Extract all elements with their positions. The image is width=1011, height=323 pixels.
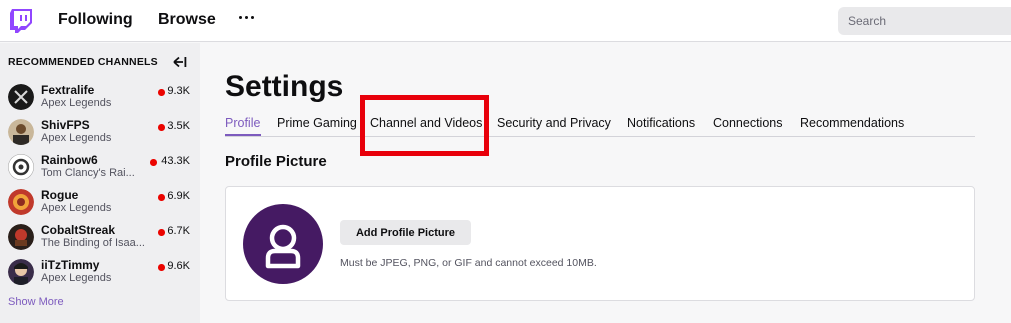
channel-avatar	[8, 259, 34, 285]
tab-connections[interactable]: Connections	[713, 116, 783, 130]
channel-name: Rogue	[41, 188, 79, 202]
nav-following[interactable]: Following	[58, 11, 133, 29]
viewer-count: 3.5K	[167, 120, 190, 132]
add-profile-picture-button[interactable]: Add Profile Picture	[340, 220, 471, 245]
top-navigation: Following Browse	[0, 0, 1011, 42]
highlight-box	[360, 95, 489, 156]
channel-name: iiTzTimmy	[41, 258, 100, 272]
channel-game: The Binding of Isaa...	[41, 237, 145, 249]
viewer-count: 9.3K	[167, 85, 190, 97]
channel-item[interactable]: ShivFPS Apex Legends 3.5K	[0, 116, 200, 151]
channel-avatar	[8, 84, 34, 110]
tabs-divider	[225, 136, 975, 137]
tab-prime-gaming[interactable]: Prime Gaming	[277, 116, 357, 130]
search-input[interactable]	[838, 7, 1011, 35]
channel-item[interactable]: Rogue Apex Legends 6.9K	[0, 186, 200, 221]
viewer-count: 6.9K	[167, 190, 190, 202]
live-indicator-icon	[158, 229, 165, 236]
channel-name: Fextralife	[41, 83, 95, 97]
show-more-link[interactable]: Show More	[8, 296, 64, 308]
active-tab-indicator	[225, 134, 261, 136]
live-indicator-icon	[158, 194, 165, 201]
channel-name: CobaltStreak	[41, 223, 116, 237]
settings-content: Settings Profile Prime Gaming Channel an…	[200, 43, 1011, 323]
channel-item[interactable]: Fextralife Apex Legends 9.3K	[0, 81, 200, 116]
channel-avatar	[8, 224, 34, 250]
viewer-count: 6.7K	[167, 225, 190, 237]
tab-recommendations[interactable]: Recommendations	[800, 116, 904, 130]
twitch-logo-icon[interactable]	[10, 9, 32, 33]
tab-security-and-privacy[interactable]: Security and Privacy	[497, 116, 611, 130]
sidebar: RECOMMENDED CHANNELS Fextralife Apex Leg…	[0, 43, 200, 323]
channel-item[interactable]: iiTzTimmy Apex Legends 9.6K	[0, 256, 200, 291]
channel-avatar	[8, 189, 34, 215]
nav-browse[interactable]: Browse	[158, 11, 216, 29]
viewer-count: 43.3K	[161, 155, 190, 167]
profile-picture-heading: Profile Picture	[225, 153, 327, 170]
page-title: Settings	[225, 70, 344, 103]
viewer-count: 9.6K	[167, 260, 190, 272]
live-indicator-icon	[158, 89, 165, 96]
channel-game: Tom Clancy's Rai...	[41, 167, 135, 179]
channel-item[interactable]: Rainbow6 Tom Clancy's Rai... 43.3K	[0, 151, 200, 186]
channel-name: Rainbow6	[41, 153, 98, 167]
tab-notifications[interactable]: Notifications	[627, 116, 695, 130]
default-avatar-icon	[243, 204, 323, 284]
live-indicator-icon	[150, 159, 157, 166]
channel-game: Apex Legends	[41, 97, 112, 109]
live-indicator-icon	[158, 264, 165, 271]
recommended-channels-header: RECOMMENDED CHANNELS	[8, 56, 158, 68]
tab-profile[interactable]: Profile	[225, 116, 260, 130]
channel-avatar	[8, 154, 34, 180]
channel-game: Apex Legends	[41, 132, 112, 144]
more-options-icon[interactable]	[239, 16, 255, 22]
profile-picture-card: Add Profile Picture Must be JPEG, PNG, o…	[225, 186, 975, 301]
channel-name: ShivFPS	[41, 118, 90, 132]
collapse-sidebar-icon[interactable]	[173, 55, 187, 69]
channel-game: Apex Legends	[41, 272, 112, 284]
channel-game: Apex Legends	[41, 202, 112, 214]
live-indicator-icon	[158, 124, 165, 131]
channel-avatar	[8, 119, 34, 145]
channel-item[interactable]: CobaltStreak The Binding of Isaa... 6.7K	[0, 221, 200, 256]
upload-requirements-text: Must be JPEG, PNG, or GIF and cannot exc…	[340, 257, 597, 269]
